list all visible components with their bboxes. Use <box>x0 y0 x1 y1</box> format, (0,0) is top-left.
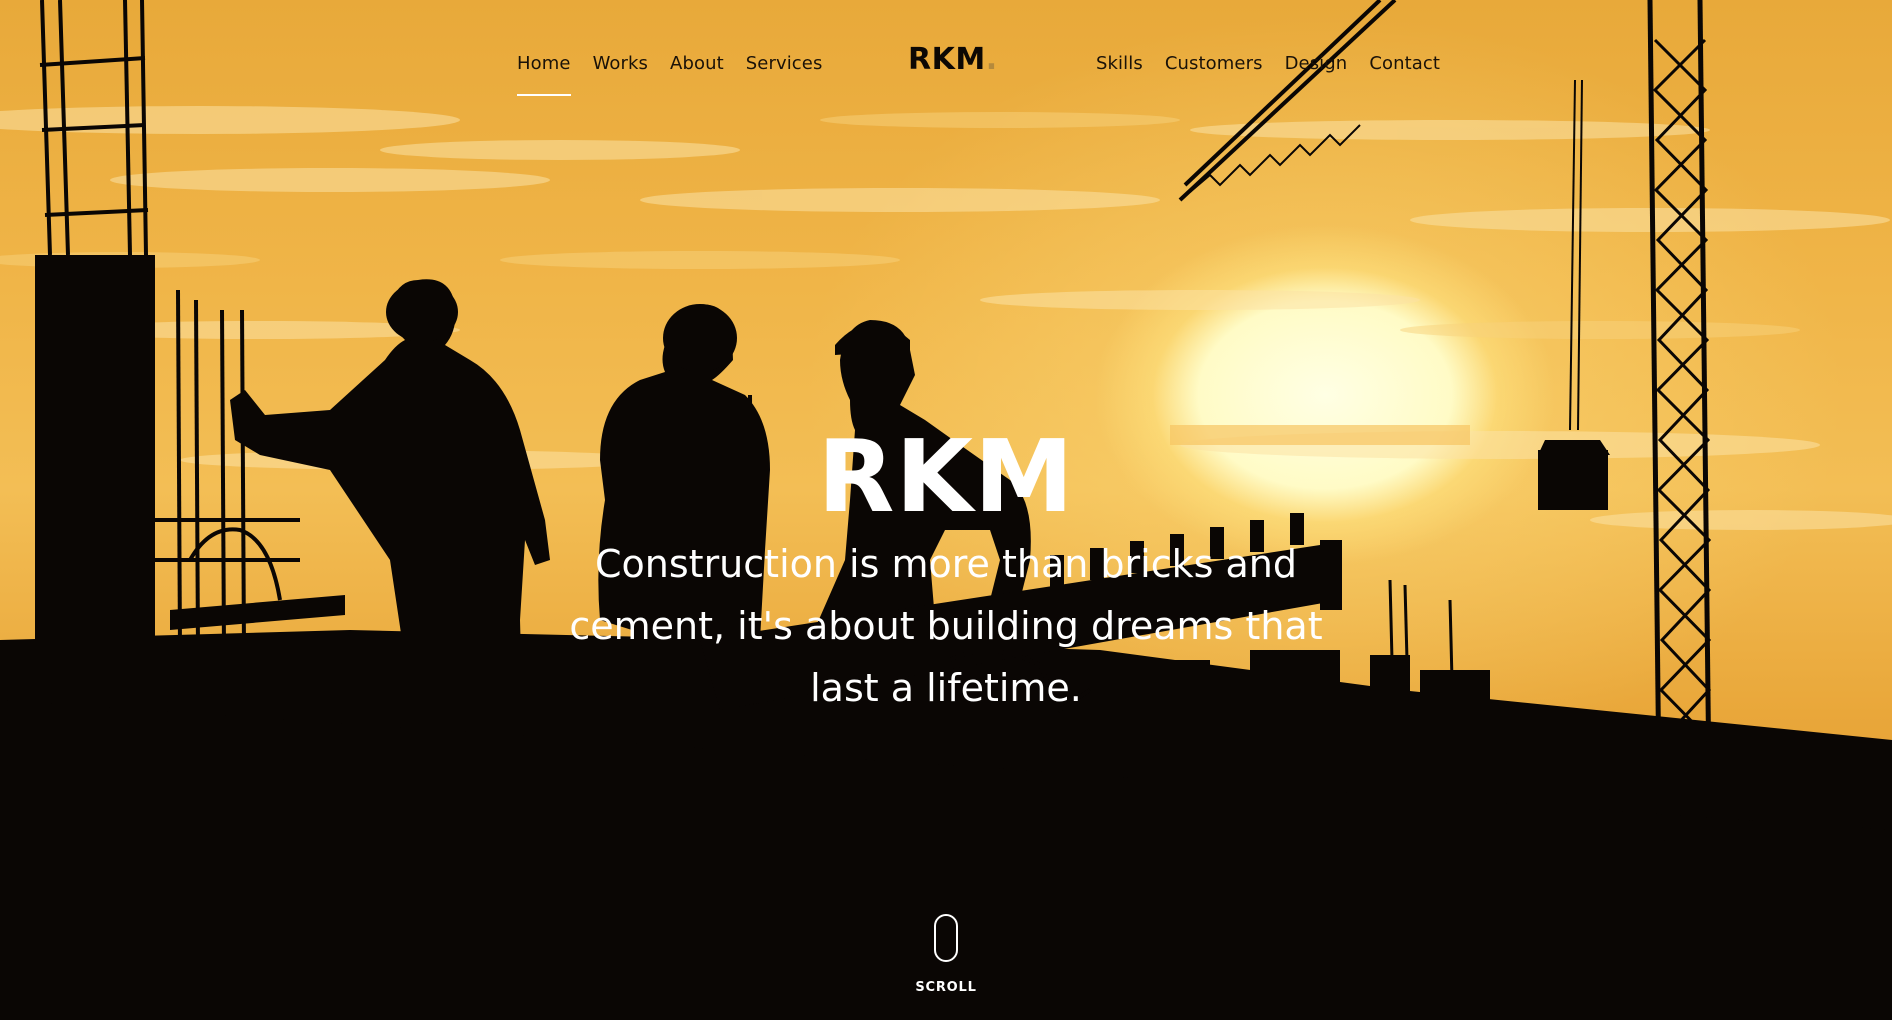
scroll-label: SCROLL <box>915 980 977 995</box>
mouse-scroll-icon <box>934 914 958 962</box>
hero-title: RKM <box>817 418 1075 535</box>
logo-dot: . <box>985 42 998 77</box>
nav-right-group: Skills Customers Design Contact <box>1096 50 1440 78</box>
hero-section: Home Works About Services Skills Custome… <box>0 0 1892 1020</box>
nav-item-contact[interactable]: Contact <box>1369 50 1440 78</box>
nav-left-group: Home Works About Services <box>517 50 823 96</box>
hero-tagline: Construction is more than bricks and cem… <box>569 542 1323 710</box>
nav-item-about[interactable]: About <box>670 50 724 78</box>
nav-item-home[interactable]: Home <box>517 50 571 96</box>
scroll-indicator[interactable]: SCROLL <box>0 914 1892 995</box>
nav-item-customers[interactable]: Customers <box>1165 50 1263 78</box>
nav-item-services[interactable]: Services <box>746 50 823 78</box>
nav-item-skills[interactable]: Skills <box>1096 50 1143 78</box>
logo-text: RKM <box>908 42 986 77</box>
site-logo[interactable]: RKM. <box>908 42 998 77</box>
nav-item-design[interactable]: Design <box>1285 50 1348 78</box>
nav-item-works[interactable]: Works <box>593 50 648 78</box>
